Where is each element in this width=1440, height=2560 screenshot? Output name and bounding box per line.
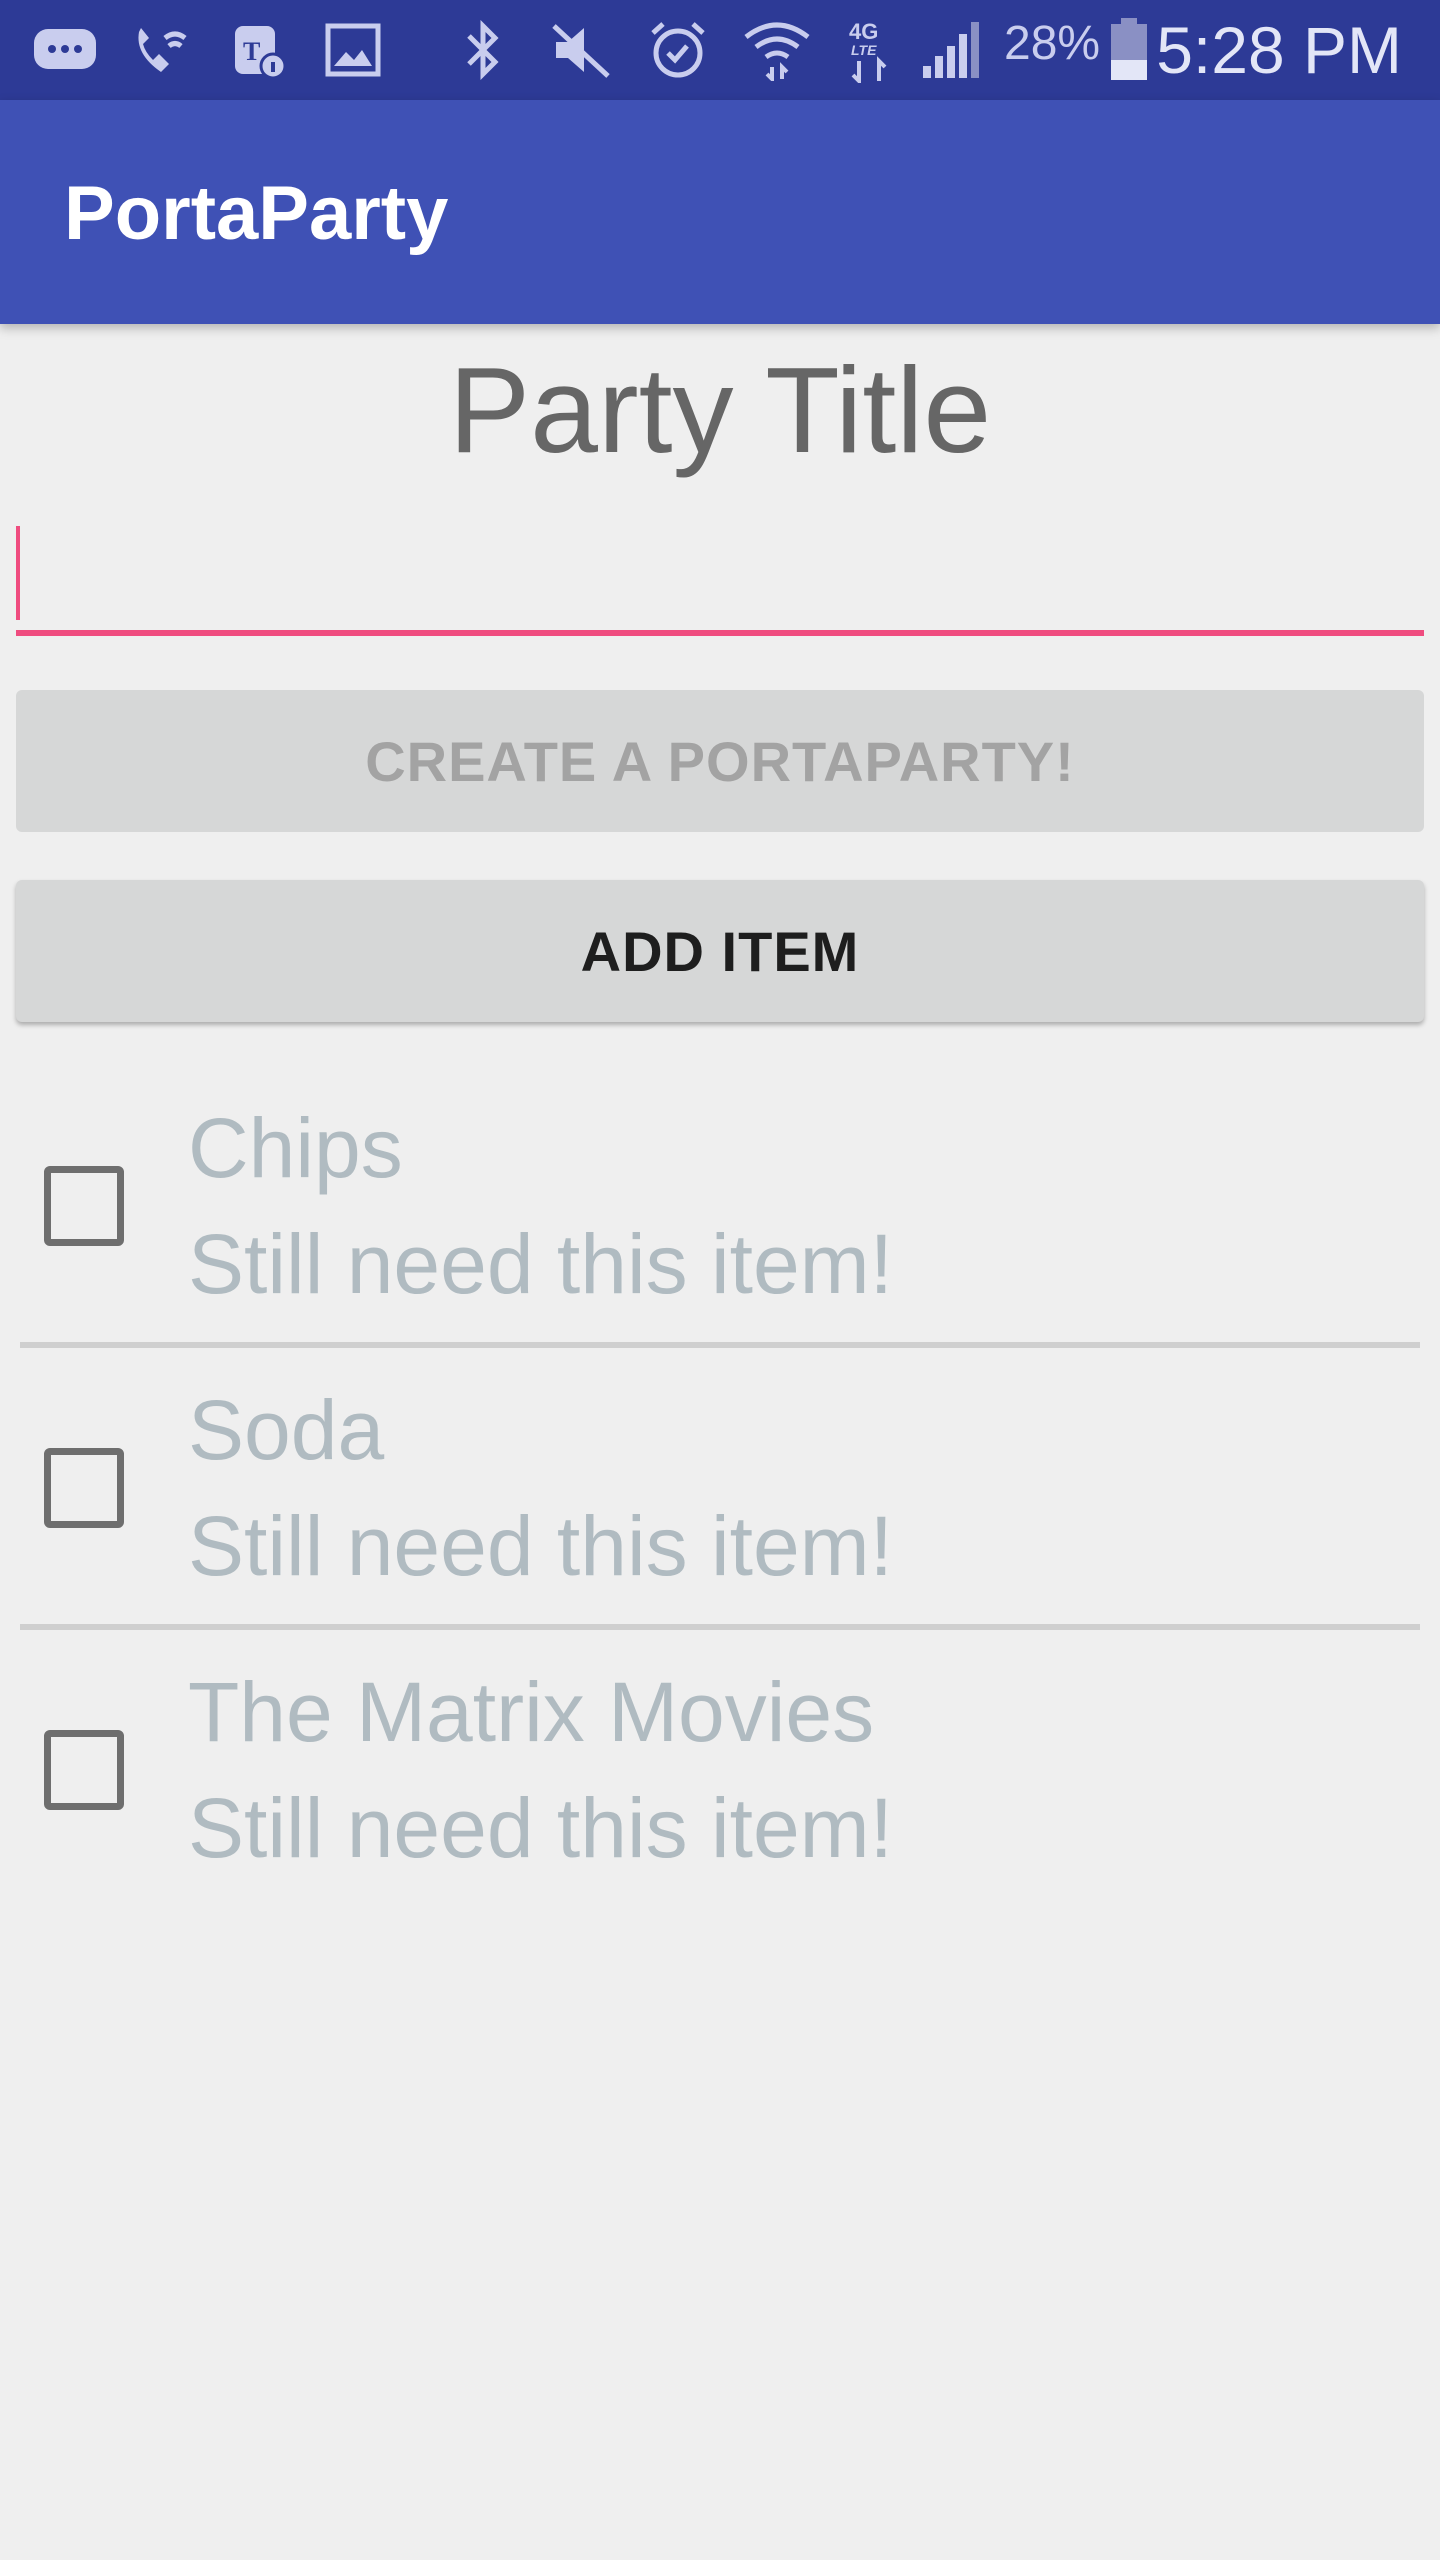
create-portaparty-button[interactable]: CREATE A PORTAPARTY! [16, 690, 1424, 832]
bluetooth-icon [454, 18, 512, 82]
svg-text:4G: 4G [849, 19, 878, 44]
item-status: Still need this item! [188, 1217, 893, 1311]
text-cursor [16, 526, 20, 620]
party-title-label: Party Title [448, 342, 992, 478]
item-name: The Matrix Movies [188, 1665, 875, 1759]
signal-icon [918, 18, 988, 82]
list-item[interactable]: Chips Still need this item! [0, 1060, 1440, 1342]
item-checkbox[interactable] [44, 1166, 124, 1246]
item-checkbox[interactable] [44, 1730, 124, 1810]
message-icon [30, 18, 100, 82]
mute-icon [544, 18, 616, 82]
list-item[interactable]: Soda Still need this item! [0, 1342, 1440, 1624]
svg-text:LTE: LTE [851, 42, 877, 58]
4g-lte-icon: 4G LTE [842, 18, 898, 83]
battery-icon [1104, 18, 1154, 82]
item-name: Soda [188, 1383, 385, 1477]
alarm-icon [644, 18, 712, 82]
image-icon [320, 18, 386, 82]
battery-percent: 28% [1004, 17, 1101, 70]
clock: 5:28 PM [1156, 13, 1402, 87]
app-title: PortaParty [64, 171, 449, 256]
list-item[interactable]: The Matrix Movies Still need this item! [0, 1624, 1440, 1906]
item-checkbox[interactable] [44, 1448, 124, 1528]
item-name: Chips [188, 1101, 403, 1195]
add-item-button[interactable]: ADD ITEM [16, 880, 1424, 1022]
status-bar: T 4G LTE 28% 5:28 PM [0, 0, 1440, 100]
tmobile-info-icon: T [226, 18, 292, 82]
item-status: Still need this item! [188, 1499, 893, 1593]
app-bar: PortaParty [0, 100, 1440, 324]
wifi-icon [740, 18, 814, 82]
svg-text:T: T [243, 37, 260, 66]
party-title-input[interactable] [16, 520, 1424, 636]
wifi-calling-icon [126, 18, 196, 82]
item-status: Still need this item! [188, 1781, 893, 1875]
